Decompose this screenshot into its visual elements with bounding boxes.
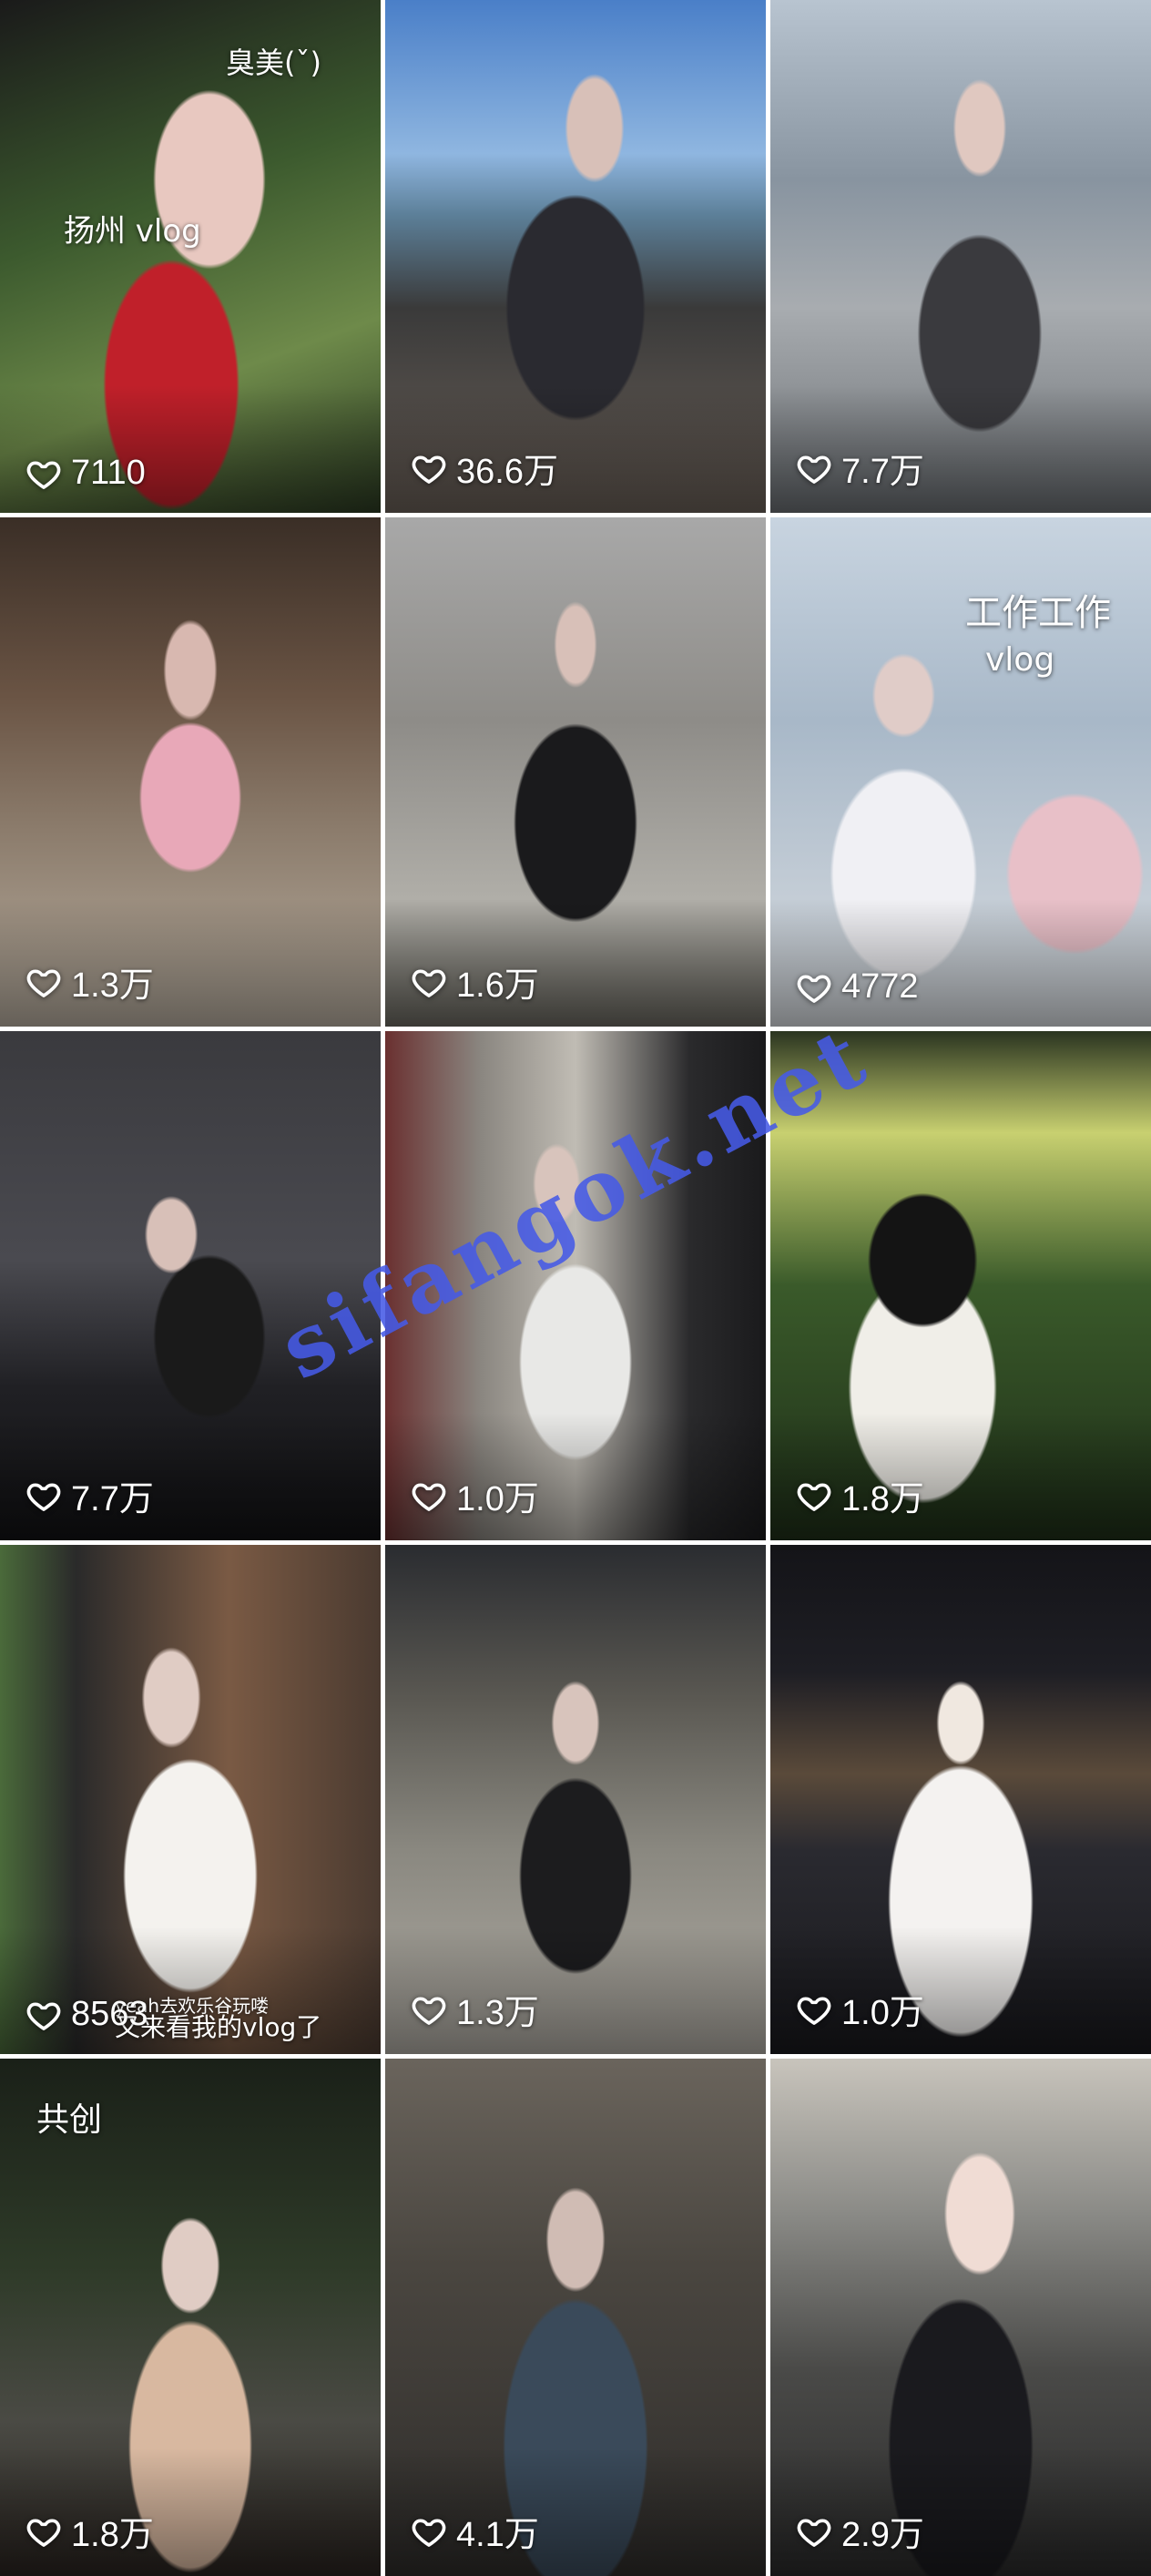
like-count: 1.8万 xyxy=(25,2506,154,2556)
like-count: 7110 xyxy=(25,454,146,493)
like-count-value: 7110 xyxy=(71,454,146,492)
video-thumbnail[interactable]: 1.3万 xyxy=(385,1545,766,2054)
cocreate-badge: 共创 xyxy=(36,2101,103,2139)
like-count: 1.0万 xyxy=(796,1984,924,2034)
like-count-value: 2.9万 xyxy=(841,2516,924,2554)
like-count: 1.8万 xyxy=(796,1470,924,1520)
heart-outline-icon xyxy=(797,1997,831,2025)
like-count: 1.3万 xyxy=(25,956,154,1007)
like-count: 1.6万 xyxy=(411,956,539,1007)
video-thumbnail[interactable]: 共创 1.8万 xyxy=(0,2059,381,2576)
heart-outline-icon xyxy=(797,455,831,484)
like-count: 1.0万 xyxy=(411,1470,539,1520)
video-thumbnail[interactable]: 4.1万 xyxy=(385,2059,766,2576)
video-thumbnail[interactable]: 1.3万 xyxy=(0,517,381,1027)
like-count-value: 4772 xyxy=(841,967,919,1006)
caption-overlay: 臭美(ˇ) xyxy=(226,46,321,80)
like-count: 4772 xyxy=(796,967,919,1007)
video-grid: 臭美(ˇ) 扬州 vlog 7110 36.6万 7.7万 1.3万 1.6万 … xyxy=(0,0,1151,2576)
like-count-value: 36.6万 xyxy=(456,453,558,491)
heart-outline-icon xyxy=(26,461,61,489)
video-thumbnail[interactable]: 1.6万 xyxy=(385,517,766,1027)
heart-outline-icon xyxy=(797,1483,831,1511)
heart-outline-icon xyxy=(412,455,446,484)
caption-overlay: 扬州 vlog xyxy=(64,213,201,250)
like-count: 8563 xyxy=(25,1995,148,2034)
video-thumbnail[interactable]: 臭美(ˇ) 扬州 vlog 7110 xyxy=(0,0,381,513)
like-count: 36.6万 xyxy=(411,443,558,493)
like-count: 7.7万 xyxy=(25,1470,154,1520)
like-count-value: 7.7万 xyxy=(71,1480,154,1518)
like-count-value: 1.3万 xyxy=(71,966,154,1005)
video-thumbnail[interactable]: 7.7万 xyxy=(770,0,1151,513)
video-thumbnail[interactable]: 工作工作 vlog 4772 xyxy=(770,517,1151,1027)
like-count-value: 1.0万 xyxy=(841,1994,924,2032)
like-count-value: 7.7万 xyxy=(841,453,924,491)
like-count: 2.9万 xyxy=(796,2506,924,2556)
heart-outline-icon xyxy=(26,1483,61,1511)
video-thumbnail[interactable]: 2.9万 xyxy=(770,2059,1151,2576)
heart-outline-icon xyxy=(412,969,446,997)
heart-outline-icon xyxy=(797,2519,831,2547)
like-count-value: 1.8万 xyxy=(71,2516,154,2554)
heart-outline-icon xyxy=(412,1483,446,1511)
heart-outline-icon xyxy=(26,2002,61,2030)
like-count-value: 8563 xyxy=(71,1995,148,2033)
heart-outline-icon xyxy=(412,1997,446,2025)
video-thumbnail[interactable]: yeah去欢乐谷玩喽 又来看我的vlog了 8563 xyxy=(0,1545,381,2054)
video-thumbnail[interactable]: 36.6万 xyxy=(385,0,766,513)
like-count-value: 1.6万 xyxy=(456,966,539,1005)
like-count-value: 1.3万 xyxy=(456,1994,539,2032)
heart-outline-icon xyxy=(26,2519,61,2547)
like-count-value: 1.8万 xyxy=(841,1480,924,1518)
like-count: 1.3万 xyxy=(411,1984,539,2034)
like-count: 4.1万 xyxy=(411,2506,539,2556)
caption-overlay: vlog xyxy=(985,641,1055,679)
caption-overlay: 工作工作 xyxy=(965,592,1111,634)
like-count: 7.7万 xyxy=(796,443,924,493)
video-thumbnail[interactable]: 1.0万 xyxy=(770,1545,1151,2054)
heart-outline-icon xyxy=(26,969,61,997)
like-count-value: 4.1万 xyxy=(456,2516,539,2554)
heart-outline-icon xyxy=(797,975,831,1003)
like-count-value: 1.0万 xyxy=(456,1480,539,1518)
heart-outline-icon xyxy=(412,2519,446,2547)
